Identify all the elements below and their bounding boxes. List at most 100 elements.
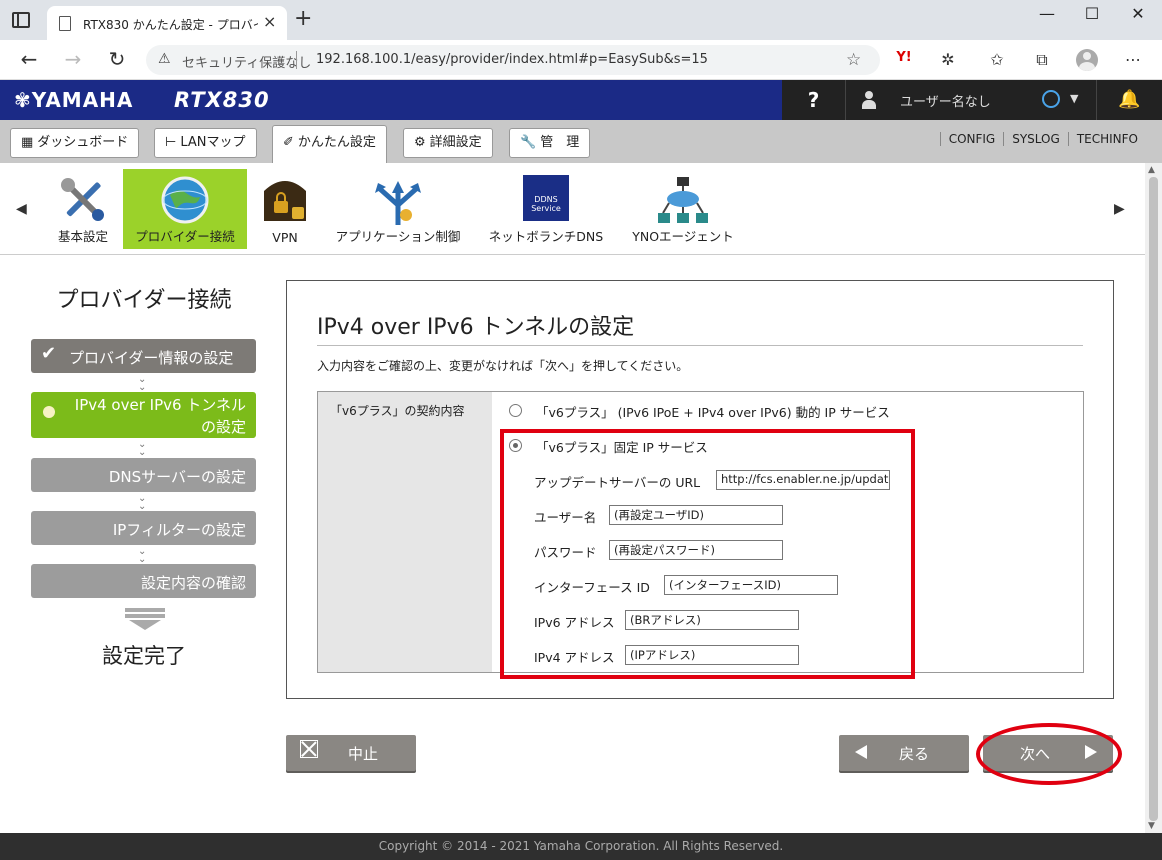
- bell-icon[interactable]: 🔔: [1096, 80, 1162, 120]
- tab-advanced[interactable]: ⚙ 詳細設定: [403, 128, 493, 158]
- tab-close-icon[interactable]: ×: [263, 12, 276, 31]
- interface-id-field[interactable]: (インターフェースID): [664, 575, 838, 595]
- tab-label: 詳細設定: [429, 135, 482, 150]
- strip-left-arrow-icon[interactable]: ◀: [16, 201, 27, 217]
- strip-item-ddns[interactable]: DDNS Service ネットボランチDNS: [482, 169, 610, 249]
- contract-label: 「v6プラス」の契約内容: [330, 404, 465, 418]
- tab-label: LANマップ: [180, 135, 246, 150]
- tab-dashboard[interactable]: ▦ ダッシュボード: [10, 128, 140, 158]
- favorites-icon[interactable]: ✩: [986, 50, 1008, 69]
- username-field[interactable]: (再設定ユーザID): [609, 505, 783, 525]
- config-link[interactable]: CONFIG: [939, 132, 1004, 146]
- option-dynamic-label: 「v6プラス」 (IPv6 IPoE + IPv4 over IPv6) 動的 …: [536, 405, 890, 420]
- address-bar[interactable]: ⚠ セキュリティ保護なし 192.168.100.1/easy/provider…: [146, 45, 880, 75]
- strip-label: プロバイダー接続: [135, 229, 235, 244]
- form-header-cell: 「v6プラス」の契約内容: [318, 392, 492, 672]
- tab-title: RTX830 かんたん設定 - プロバイダー接: [83, 18, 258, 32]
- strip-item-yno[interactable]: YNOエージェント: [624, 169, 742, 249]
- current-step-icon: [43, 406, 55, 418]
- scroll-thumb[interactable]: [1149, 177, 1158, 821]
- strip-label: アプリケーション制御: [335, 229, 461, 244]
- strip-item-vpn[interactable]: VPN: [255, 169, 315, 249]
- security-status[interactable]: セキュリティ保護なし: [182, 52, 311, 71]
- tab-label: かんたん設定: [297, 135, 376, 150]
- help-button[interactable]: ?: [782, 80, 846, 120]
- back-label: 戻る: [899, 745, 930, 763]
- app-control-icon: [375, 181, 421, 225]
- step-ip-filter: IPフィルターの設定: [31, 511, 256, 545]
- ipv4-address-label: IPv4 アドレス: [534, 650, 615, 665]
- status-ring-icon[interactable]: [1042, 90, 1060, 108]
- back-arrow-icon[interactable]: ←: [17, 48, 41, 70]
- url-text[interactable]: 192.168.100.1/easy/provider/index.html#p…: [316, 52, 708, 67]
- extensions-icon[interactable]: ✲: [937, 50, 959, 69]
- yamaha-logo: ✾YAMAHA: [14, 88, 134, 112]
- step-chevron-icon: ⌄ ⌄: [138, 374, 147, 393]
- step-dns: DNSサーバーの設定: [31, 458, 256, 492]
- down-arrow-icon: [125, 608, 165, 630]
- model-name: RTX830: [174, 88, 270, 112]
- interface-id-label: インターフェース ID: [534, 580, 650, 595]
- strip-right-arrow-icon[interactable]: ▶: [1114, 201, 1125, 217]
- settings-panel: IPv4 over IPv6 トンネルの設定 入力内容をご確認の上、変更がなけれ…: [286, 280, 1114, 699]
- more-menu-icon[interactable]: ⋯: [1122, 50, 1144, 69]
- browser-tab[interactable]: RTX830 かんたん設定 - プロバイダー接 ×: [47, 6, 287, 40]
- ipv4-address-field[interactable]: (IPアドレス): [625, 645, 799, 665]
- chevron-down-icon[interactable]: ▼: [1070, 92, 1078, 105]
- password-label: パスワード: [534, 545, 597, 560]
- ipv6-address-field[interactable]: (BRアドレス): [625, 610, 799, 630]
- vpn-lock-icon: [264, 181, 306, 221]
- cancel-button[interactable]: 中止: [286, 735, 416, 771]
- radio-static-ip[interactable]: [509, 439, 522, 452]
- maximize-button[interactable]: ☐: [1077, 4, 1107, 23]
- next-button[interactable]: 次へ: [983, 735, 1113, 771]
- collections-icon[interactable]: ⧉: [1031, 50, 1053, 70]
- feature-icon-strip: ◀ 基本設定 プロバイダー接続 VPN アプリケーション制御 DDNS Serv…: [0, 163, 1145, 255]
- step-confirm: 設定内容の確認: [31, 564, 256, 598]
- wizard-title: プロバイダー接続: [56, 288, 232, 313]
- back-button[interactable]: 戻る: [839, 735, 969, 771]
- yahoo-extension-icon[interactable]: Y!: [893, 50, 915, 65]
- scroll-up-icon[interactable]: ▲: [1148, 165, 1155, 175]
- check-icon: ✔: [41, 343, 57, 364]
- strip-item-provider[interactable]: プロバイダー接続: [123, 169, 247, 249]
- contract-form-table: 「v6プラス」の契約内容 「v6プラス」 (IPv6 IPoE + IPv4 o…: [317, 391, 1084, 673]
- strip-label: 基本設定: [57, 229, 108, 244]
- forward-arrow-icon[interactable]: →: [61, 48, 85, 70]
- update-url-field[interactable]: http://fcs.enabler.ne.jp/updat: [716, 470, 890, 490]
- strip-item-app-control[interactable]: アプリケーション制御: [330, 169, 466, 249]
- tab-lanmap[interactable]: ⊢ LANマップ: [154, 128, 257, 158]
- globe-icon: [161, 176, 209, 224]
- tab-easy-setup[interactable]: ✐ かんたん設定: [272, 125, 387, 163]
- techinfo-link[interactable]: TECHINFO: [1067, 132, 1146, 146]
- footer-copyright: Copyright © 2014 - 2021 Yamaha Corporati…: [0, 833, 1162, 860]
- warning-icon[interactable]: ⚠: [158, 51, 171, 67]
- router-header: ✾YAMAHA RTX830 ? ユーザー名なし ▼ 🔔: [0, 80, 1162, 120]
- strip-item-basic[interactable]: 基本設定: [48, 169, 118, 249]
- tab-actions-icon[interactable]: [12, 12, 30, 28]
- step-label: 設定内容の確認: [140, 574, 246, 592]
- url-divider: [296, 51, 297, 69]
- radio-dynamic-ip[interactable]: [509, 404, 522, 417]
- step-chevron-icon: ⌄ ⌄: [138, 439, 147, 458]
- step-label: IPフィルターの設定: [112, 521, 246, 539]
- gear-icon: ⚙: [414, 135, 426, 150]
- strip-label: ネットボランチDNS: [488, 229, 604, 244]
- triangle-left-icon: [855, 745, 867, 759]
- new-tab-button[interactable]: +: [294, 8, 312, 30]
- profile-avatar[interactable]: [1076, 49, 1098, 71]
- syslog-link[interactable]: SYSLOG: [1003, 132, 1068, 146]
- password-field[interactable]: (再設定パスワード): [609, 540, 783, 560]
- minimize-button[interactable]: —: [1032, 4, 1062, 23]
- page-scrollbar[interactable]: ▲ ▼: [1145, 163, 1162, 833]
- instruction-text: 入力内容をご確認の上、変更がなければ「次へ」を押してください。: [317, 359, 689, 373]
- cancel-label: 中止: [348, 745, 379, 763]
- reload-icon[interactable]: ↻: [105, 48, 129, 70]
- strip-label: VPN: [272, 230, 298, 245]
- close-window-button[interactable]: ✕: [1123, 4, 1153, 23]
- tab-management[interactable]: 🔧 管 理: [509, 128, 591, 158]
- favorite-star-icon[interactable]: ☆: [846, 50, 861, 70]
- scroll-down-icon[interactable]: ▼: [1148, 821, 1155, 831]
- update-url-label: アップデートサーバーの URL: [534, 475, 701, 490]
- step-chevron-icon: ⌄ ⌄: [138, 493, 147, 512]
